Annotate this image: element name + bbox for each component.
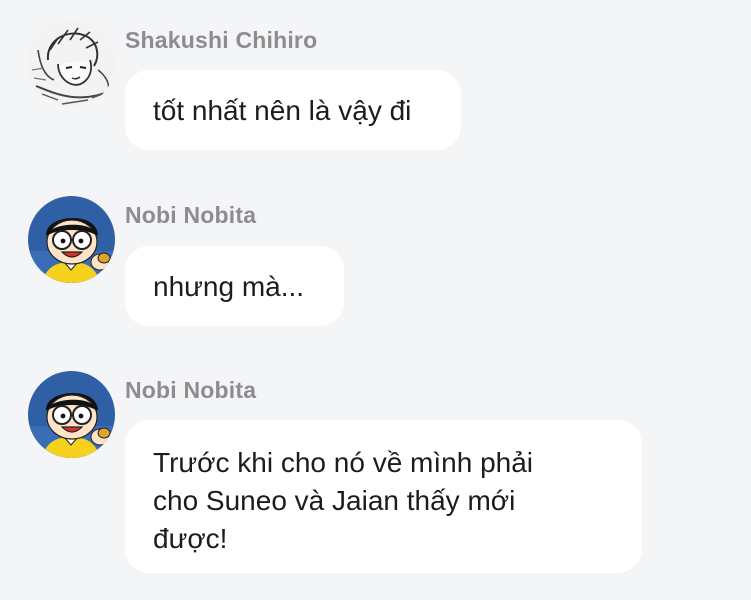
message-bubble[interactable]: Trước khi cho nó về mình phải cho Suneo …: [125, 420, 642, 573]
chat-thread: Shakushi Chihiro tốt nhất nên là vậy đi: [0, 0, 751, 600]
sender-name: Nobi Nobita: [125, 202, 257, 228]
message-text-line: cho Suneo và Jaian thấy mới: [153, 485, 516, 516]
message-text-line: tốt nhất nên là vậy đi: [153, 95, 412, 126]
message-text-line: nhưng mà...: [153, 271, 305, 302]
sender-name: Nobi Nobita: [125, 377, 257, 403]
nobita-avatar-icon[interactable]: [28, 371, 115, 458]
message-bubble[interactable]: nhưng mà...: [125, 246, 344, 326]
message-text-line: Trước khi cho nó về mình phải: [153, 447, 534, 478]
message-text-line: được!: [153, 523, 228, 554]
manga-character-avatar-icon[interactable]: [28, 20, 115, 107]
message-bubble[interactable]: tốt nhất nên là vậy đi: [125, 70, 461, 150]
nobita-avatar-icon[interactable]: [28, 196, 115, 283]
sender-name: Shakushi Chihiro: [125, 27, 318, 53]
